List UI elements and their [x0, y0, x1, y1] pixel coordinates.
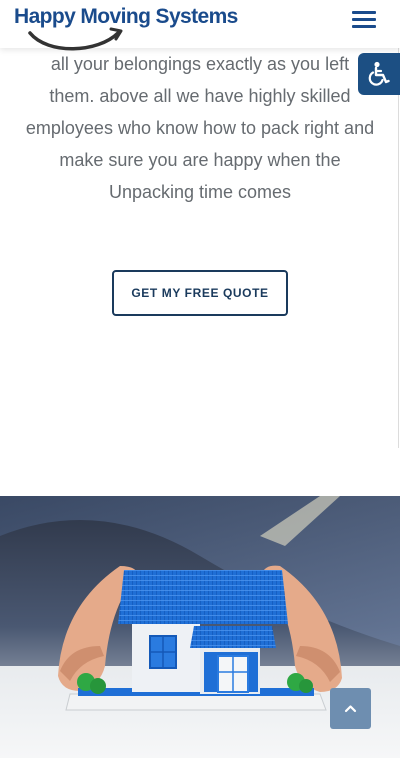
intro-line: Unpacking time comes	[108, 182, 292, 202]
chevron-up-icon	[344, 705, 357, 713]
intro-line: make sure you are happy when the	[59, 150, 341, 170]
intro-text: all your belongings exactly as you left …	[20, 48, 380, 208]
intro-line: employees who know how to pack right and	[25, 118, 375, 138]
logo[interactable]: Happy Moving Systems	[14, 5, 238, 51]
back-to-top-button[interactable]	[330, 688, 371, 729]
logo-swoosh-icon	[28, 27, 123, 51]
accessibility-wheelchair-icon	[368, 61, 390, 86]
menu-button[interactable]	[350, 8, 380, 32]
site-header: Happy Moving Systems	[0, 0, 400, 51]
accessibility-button[interactable]	[358, 53, 400, 95]
intro-line: them. above all we have highly skilled	[49, 86, 351, 106]
get-free-quote-button[interactable]: GET MY FREE QUOTE	[112, 270, 288, 316]
divider	[398, 48, 399, 448]
hamburger-menu-icon	[352, 11, 376, 14]
